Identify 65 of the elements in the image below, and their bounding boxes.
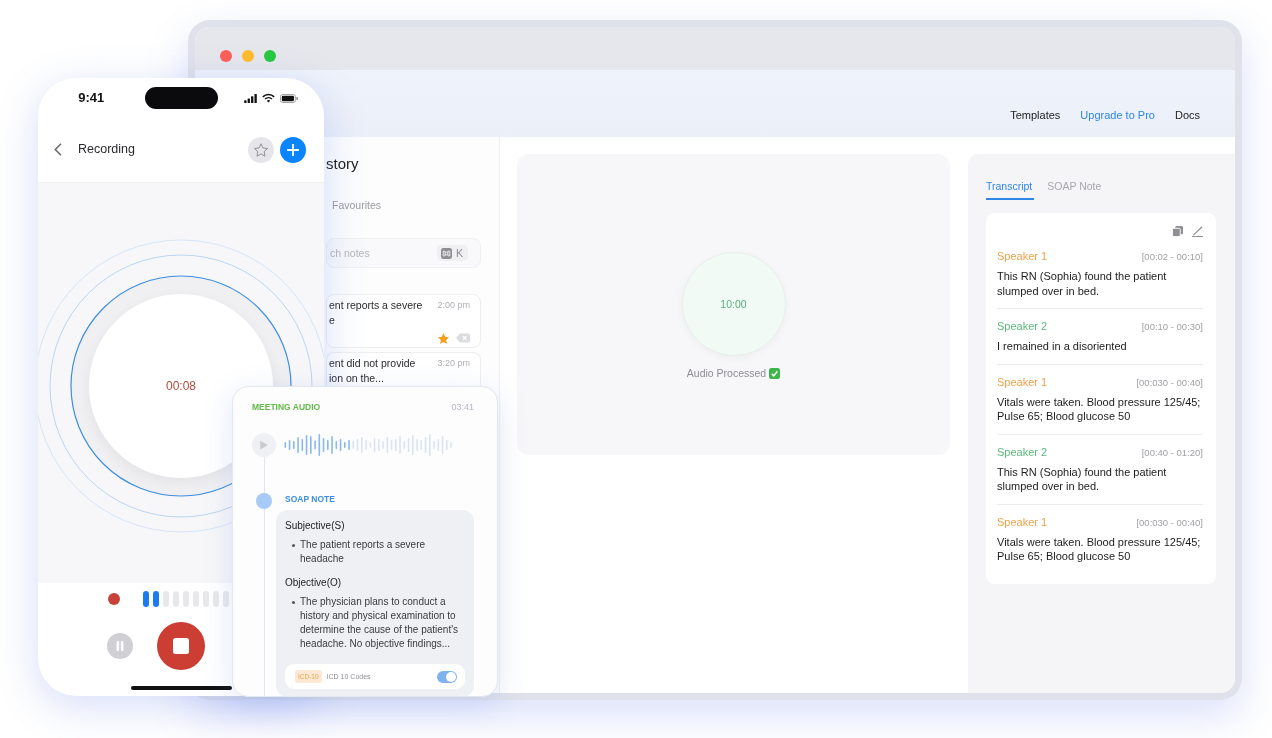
pause-icon <box>115 641 125 651</box>
timestamp: [00:02 - 00:10] <box>1141 250 1203 263</box>
timestamp: [00:10 - 00:30] <box>1141 320 1203 333</box>
timeline-dot-icon <box>256 493 272 509</box>
section-heading: Subjective(S) <box>285 520 346 532</box>
bullet-icon <box>292 600 295 604</box>
transcript-text: This RN (Sophia) found the patient slumped over in bed. <box>997 269 1168 298</box>
back-icon[interactable] <box>54 143 62 156</box>
note-preview: ent did not provide ion on the... <box>329 356 417 386</box>
pause-button[interactable] <box>107 633 133 659</box>
status-time: 9:41 <box>78 90 105 106</box>
note-time: 2:00 pm <box>437 299 470 312</box>
play-button[interactable] <box>252 433 276 457</box>
favourite-button[interactable] <box>248 136 274 163</box>
stop-icon <box>173 638 189 654</box>
camera-cutout-icon <box>144 87 218 109</box>
checkmark-icon <box>769 368 781 379</box>
timestamp: [00:030 - 00:40] <box>1136 515 1203 529</box>
zoom-window-icon[interactable] <box>264 49 276 62</box>
recording-dot-icon <box>108 593 120 605</box>
speaker-name: Speaker 1 <box>997 375 1048 389</box>
signal-icon <box>243 93 257 103</box>
add-button[interactable] <box>280 136 306 163</box>
timestamp: [00:40 - 01:20] <box>1141 445 1203 459</box>
stop-button[interactable] <box>157 622 205 670</box>
nav-link[interactable]: Templates <box>1010 109 1061 122</box>
wifi-icon <box>261 93 275 103</box>
speaker-name: Speaker 1 <box>997 250 1048 263</box>
speaker-name: Speaker 2 <box>997 320 1048 333</box>
bullet-text: The patient reports a severe headache <box>300 538 427 566</box>
star-icon <box>254 142 268 157</box>
toggle-switch[interactable] <box>437 670 457 683</box>
speaker-name: Speaker 1 <box>997 515 1048 529</box>
bullet-text: The physician plans to conduct a history and physical examination to determine the cause of the patient's headache. No objective findings... <box>300 595 460 651</box>
note-preview: ent reports a severe e <box>329 298 424 328</box>
timestamp: [00:030 - 00:40] <box>1136 375 1203 389</box>
screen-title: Recording <box>78 142 135 157</box>
command-key-icon <box>441 247 452 259</box>
battery-icon <box>279 93 298 103</box>
nav-link[interactable]: Docs <box>1174 109 1200 122</box>
note-time: 3:20 pm <box>437 357 470 370</box>
minimize-window-icon[interactable] <box>242 49 254 62</box>
transcript-text: This RN (Sophia) found the patient slumped over in bed. <box>997 464 1168 494</box>
copy-icon[interactable] <box>1172 225 1183 237</box>
speaker-name: Speaker 2 <box>997 445 1048 459</box>
note-card[interactable]: ent did not provide ion on the... 3:20 pm <box>326 352 481 386</box>
transcript-text: I remained in a disoriented <box>997 339 1128 354</box>
section-label: SOAP NOTE <box>284 494 336 504</box>
status-text: Audio Processed <box>686 367 767 380</box>
pencil-icon[interactable] <box>1192 225 1203 237</box>
transcript-text: Vitals were taken. Blood pressure 125/45; Pulse 65; Blood glucose 50 <box>997 534 1202 564</box>
play-icon <box>259 440 269 450</box>
star-icon[interactable] <box>438 332 449 344</box>
bullet-icon <box>292 543 295 547</box>
plus-icon <box>287 143 299 156</box>
audio-duration: 03:41 <box>451 402 474 412</box>
sidebar-title: story <box>326 155 359 173</box>
transcript-text: Vitals were taken. Blood pressure 125/45; Pulse 65; Blood glucose 50 <box>997 394 1202 424</box>
timer-display: 10:00 <box>681 252 786 356</box>
section-heading: Objective(O) <box>285 577 343 589</box>
note-card[interactable]: ent reports a severe e 2:00 pm <box>326 294 481 348</box>
close-window-icon[interactable] <box>220 49 232 62</box>
delete-icon[interactable] <box>456 333 470 343</box>
shortcut-key: K <box>456 247 463 259</box>
panel-tab[interactable]: Transcript <box>986 180 1035 200</box>
